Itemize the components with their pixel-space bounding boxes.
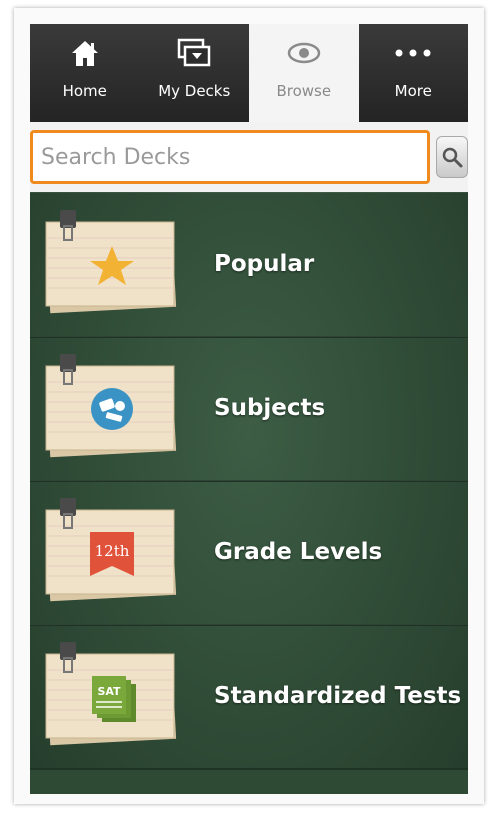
list-item-label: Subjects [214,395,326,421]
svg-text:12th: 12th [95,542,130,560]
search-input[interactable] [30,130,430,184]
list-item-subjects[interactable]: Subjects [30,336,468,482]
screenshot-frame: Home My Decks Browse More Search Decks P… [14,8,484,804]
tab-bar: Home My Decks Browse More [30,24,468,122]
list-item-popular[interactable]: Popular [30,192,468,338]
card-stack-thumbnail [45,354,177,458]
home-icon [65,36,105,70]
card-stack-thumbnail: 12th [45,498,177,602]
tab-my-decks[interactable]: My Decks [139,24,249,122]
tab-more-label: More [394,82,432,100]
tab-browse-label: Browse [276,82,332,100]
tab-my-decks-label: My Decks [158,82,231,100]
search-icon [442,147,463,168]
card-stack-thumbnail [45,210,177,314]
eye-icon [284,36,324,70]
list-item-standardized-tests[interactable]: SAT Standardized Tests [30,624,468,770]
decks-icon [174,36,214,70]
list-footer-strip [30,770,468,794]
search-bar [30,122,468,192]
card-stack-thumbnail: SAT [45,642,177,746]
list-item-grade-levels[interactable]: 12th Grade Levels [30,480,468,626]
list-item-label: Standardized Tests [214,683,462,709]
category-list: Popular Subjects 12th Grade Levels SAT S… [30,192,468,794]
sat-icon: SAT [92,676,136,722]
search-button[interactable] [436,136,468,178]
tab-home-label: Home [62,82,107,100]
tab-home[interactable]: Home [30,24,140,122]
subjects-globe-icon [91,388,133,430]
tab-more[interactable]: More [358,24,468,122]
app-screen: Home My Decks Browse More Search Decks P… [30,24,468,794]
list-item-label: Popular [214,251,315,277]
more-icon [393,36,433,70]
list-item-label: Grade Levels [214,539,383,565]
svg-text:SAT: SAT [97,685,121,698]
tab-browse[interactable]: Browse [249,24,359,122]
